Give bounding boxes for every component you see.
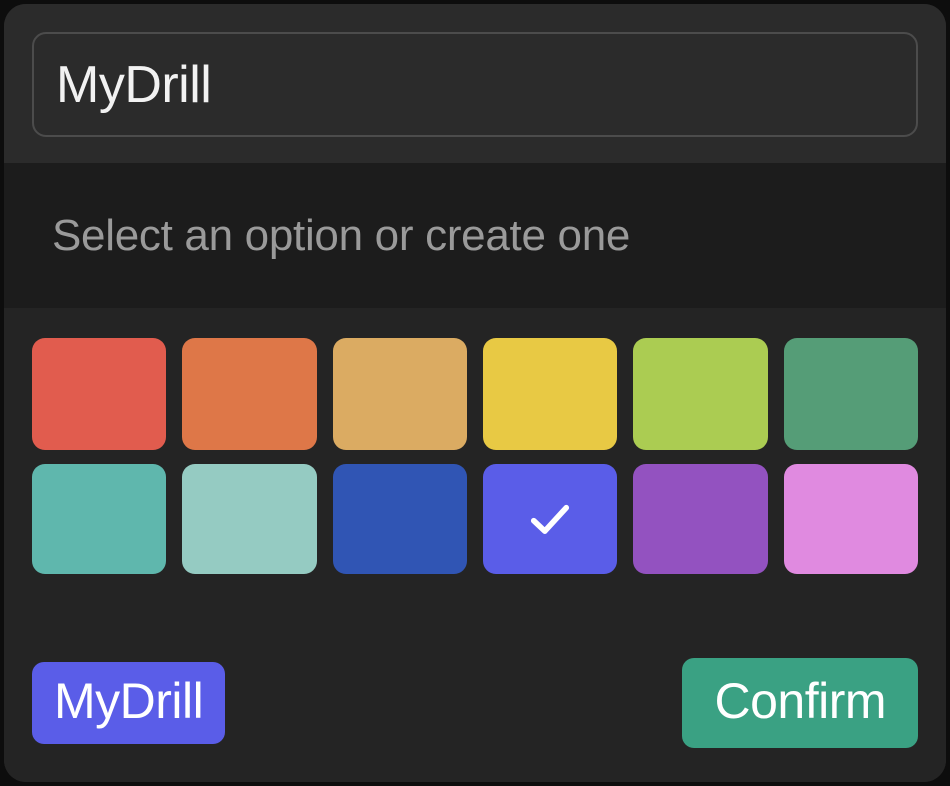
create-option-dialog: Select an option or create one MyDrill C…: [4, 4, 946, 782]
color-swatch-grid: [32, 338, 918, 574]
dropdown-hint-text: Select an option or create one: [52, 210, 631, 260]
color-swatch-blue[interactable]: [332, 464, 467, 574]
options-dropdown-panel[interactable]: Select an option or create one: [4, 163, 946, 308]
color-swatch-indigo[interactable]: [482, 464, 618, 574]
color-swatch-pink[interactable]: [783, 464, 918, 574]
color-swatch-red[interactable]: [32, 338, 167, 450]
name-input-section: [4, 4, 946, 163]
option-name-input[interactable]: [32, 32, 918, 137]
confirm-button[interactable]: Confirm: [682, 658, 918, 748]
color-swatch-yellow[interactable]: [482, 338, 618, 450]
color-swatch-teal[interactable]: [32, 464, 167, 574]
option-tag-pill[interactable]: MyDrill: [32, 662, 226, 744]
checkmark-icon: [531, 504, 570, 534]
color-swatch-green[interactable]: [783, 338, 918, 450]
color-swatch-purple[interactable]: [633, 464, 768, 574]
color-swatch-lime[interactable]: [633, 338, 768, 450]
color-swatch-tan[interactable]: [332, 338, 467, 450]
dialog-footer: MyDrill Confirm: [4, 632, 946, 782]
color-swatch-mint[interactable]: [182, 464, 317, 574]
color-swatch-orange[interactable]: [182, 338, 317, 450]
color-picker-section: [4, 308, 946, 632]
